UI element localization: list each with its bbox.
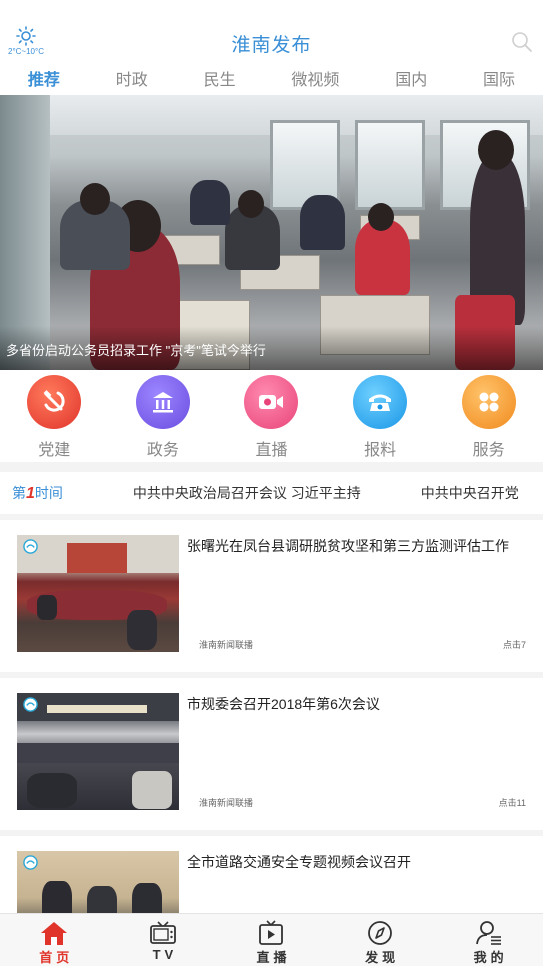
quick-party-building[interactable]: 党建: [19, 370, 89, 462]
live-play-icon: [259, 920, 284, 945]
tab-politics[interactable]: 时政: [110, 66, 154, 90]
news-thumbnail: [17, 535, 179, 652]
home-icon: [41, 922, 68, 945]
news-source: 淮南新闻联播: [199, 798, 254, 808]
section-divider: [0, 462, 543, 472]
hammer-sickle-icon: [27, 375, 82, 429]
news-thumbnail: [17, 693, 179, 810]
ticker-headline[interactable]: 中共中央政治局召开会议 习近平主持: [133, 483, 361, 503]
channel-logo-icon: [23, 539, 38, 554]
user-icon: [475, 921, 501, 945]
grid-services-icon: [461, 375, 516, 429]
quick-government-affairs[interactable]: 政务: [128, 370, 198, 462]
quick-label: 报料: [364, 442, 397, 459]
quick-services[interactable]: 服务: [454, 370, 524, 462]
news-ticker[interactable]: 第1时间 中共中央政治局召开会议 习近平主持 中共中央召开党: [0, 472, 543, 514]
list-item[interactable]: 张曙光在凤台县调研脱贫攻坚和第三方监测评估工作 淮南新闻联播 点击7: [0, 520, 543, 672]
tabbar-live[interactable]: 直播: [241, 914, 301, 966]
search-button[interactable]: [511, 31, 533, 53]
tabbar-tv[interactable]: TV: [133, 914, 193, 966]
tab-micro-video[interactable]: 微视频: [285, 66, 345, 90]
telephone-icon: [353, 375, 408, 429]
news-click-count: 点击11: [498, 798, 526, 808]
tabbar-label: 发现: [365, 950, 400, 965]
tabbar-label: TV: [152, 947, 178, 962]
quick-label: 党建: [38, 442, 71, 459]
ticker-label: 第1时间: [12, 485, 63, 502]
tabbar-discover[interactable]: 发现: [350, 914, 410, 966]
banner-caption: 多省份启动公务员招录工作 "京考"笔试今举行: [6, 343, 266, 358]
news-source: 淮南新闻联播: [199, 640, 254, 650]
tabbar-home[interactable]: 首页: [24, 914, 84, 966]
tab-livelihood[interactable]: 民生: [198, 66, 242, 90]
tab-domestic[interactable]: 国内: [389, 66, 433, 90]
tabbar-mine[interactable]: 我的: [459, 914, 519, 966]
list-item[interactable]: 市规委会召开2018年第6次会议 淮南新闻联播 点击11: [0, 678, 543, 830]
channel-logo-icon: [23, 855, 38, 870]
news-thumbnail: [17, 851, 179, 913]
search-icon: [512, 32, 532, 52]
news-title: 市规委会召开2018年第6次会议: [187, 696, 380, 712]
tabbar-label: 首页: [39, 950, 74, 965]
quick-report[interactable]: 报料: [345, 370, 415, 462]
channel-logo-icon: [23, 697, 38, 712]
bottom-tab-bar: 首页 TV 直播 发现 我的: [0, 913, 543, 966]
quick-label: 政务: [146, 442, 179, 459]
tv-icon: [149, 921, 176, 944]
compass-icon: [368, 921, 392, 945]
quick-live[interactable]: 直播: [236, 370, 306, 462]
video-camera-icon: [244, 375, 299, 429]
tabbar-label: 直播: [256, 950, 291, 965]
ticker-headline[interactable]: 中共中央召开党: [421, 483, 519, 503]
app-header: 2°C~10°C 淮南发布: [0, 0, 543, 62]
quick-label: 服务: [472, 442, 505, 459]
tab-recommend[interactable]: 推荐: [22, 66, 66, 90]
tab-international[interactable]: 国际: [477, 66, 521, 90]
news-click-count: 点击7: [502, 640, 526, 650]
page-title: 淮南发布: [231, 35, 312, 56]
news-title: 张曙光在凤台县调研脱贫攻坚和第三方监测评估工作: [187, 538, 509, 554]
tabbar-label: 我的: [473, 950, 508, 965]
category-tabs: 推荐 时政 民生 微视频 国内 国际: [0, 62, 543, 94]
quick-entries: 党建 政务 直播 报料 服务: [0, 370, 543, 462]
banner-carousel[interactable]: 多省份启动公务员招录工作 "京考"笔试今举行: [0, 95, 543, 370]
list-item[interactable]: 全市道路交通安全专题视频会议召开: [0, 836, 543, 913]
government-building-icon: [135, 375, 190, 429]
quick-label: 直播: [255, 442, 288, 459]
news-title: 全市道路交通安全专题视频会议召开: [187, 854, 411, 870]
